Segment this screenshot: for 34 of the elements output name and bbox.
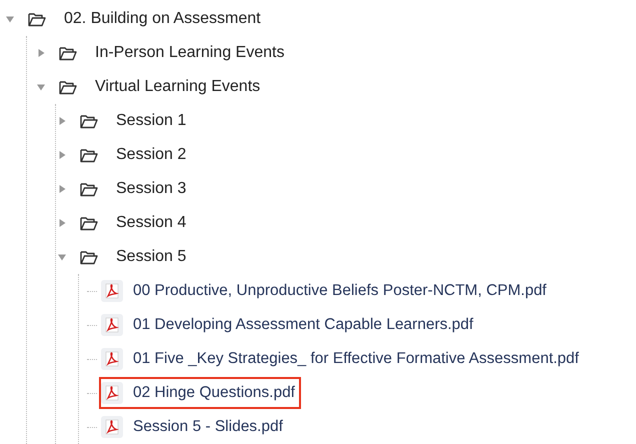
expand-caret-icon[interactable] — [58, 151, 66, 159]
highlighted-file-item[interactable]: 02 Hinge Questions.pdf — [99, 377, 301, 409]
collapse-caret-icon[interactable] — [6, 15, 14, 23]
folder-icon — [80, 250, 98, 264]
expand-caret-icon[interactable] — [58, 117, 66, 125]
file-item[interactable]: 00 Productive, Unproductive Beliefs Poster-NCTM, CPM.pdf — [99, 275, 552, 307]
pdf-icon — [101, 348, 123, 370]
folder-label[interactable]: Session 4 — [116, 214, 186, 232]
folder-label[interactable]: Virtual Learning Events — [95, 78, 260, 96]
pdf-icon — [101, 280, 123, 302]
folder-icon — [59, 46, 77, 60]
expand-caret-icon[interactable] — [37, 49, 45, 57]
file-item[interactable]: Session 5 - Slides.pdf — [99, 411, 289, 443]
folder-icon — [80, 114, 98, 128]
file-item[interactable]: 01 Five _Key Strategies_ for Effective Formative Assessment.pdf — [99, 343, 585, 375]
expand-caret-icon[interactable] — [58, 219, 66, 227]
pdf-icon — [101, 382, 123, 404]
file-item[interactable]: 01 Developing Assessment Capable Learners.pdf — [99, 309, 480, 341]
folder-label[interactable]: Session 1 — [116, 112, 186, 130]
collapse-caret-icon[interactable] — [58, 253, 66, 261]
folder-label[interactable]: In-Person Learning Events — [95, 44, 284, 62]
folder-icon — [59, 80, 77, 94]
pdf-icon — [101, 416, 123, 438]
pdf-icon — [101, 314, 123, 336]
folder-label[interactable]: Session 5 — [116, 248, 186, 266]
folder-label[interactable]: 02. Building on Assessment — [64, 10, 261, 28]
folder-icon — [80, 182, 98, 196]
expand-caret-icon[interactable] — [58, 185, 66, 193]
folder-label[interactable]: Session 2 — [116, 146, 186, 164]
collapse-caret-icon[interactable] — [37, 83, 45, 91]
folder-icon — [28, 12, 46, 26]
folder-icon — [80, 148, 98, 162]
folder-icon — [80, 216, 98, 230]
folder-label[interactable]: Session 3 — [116, 180, 186, 198]
